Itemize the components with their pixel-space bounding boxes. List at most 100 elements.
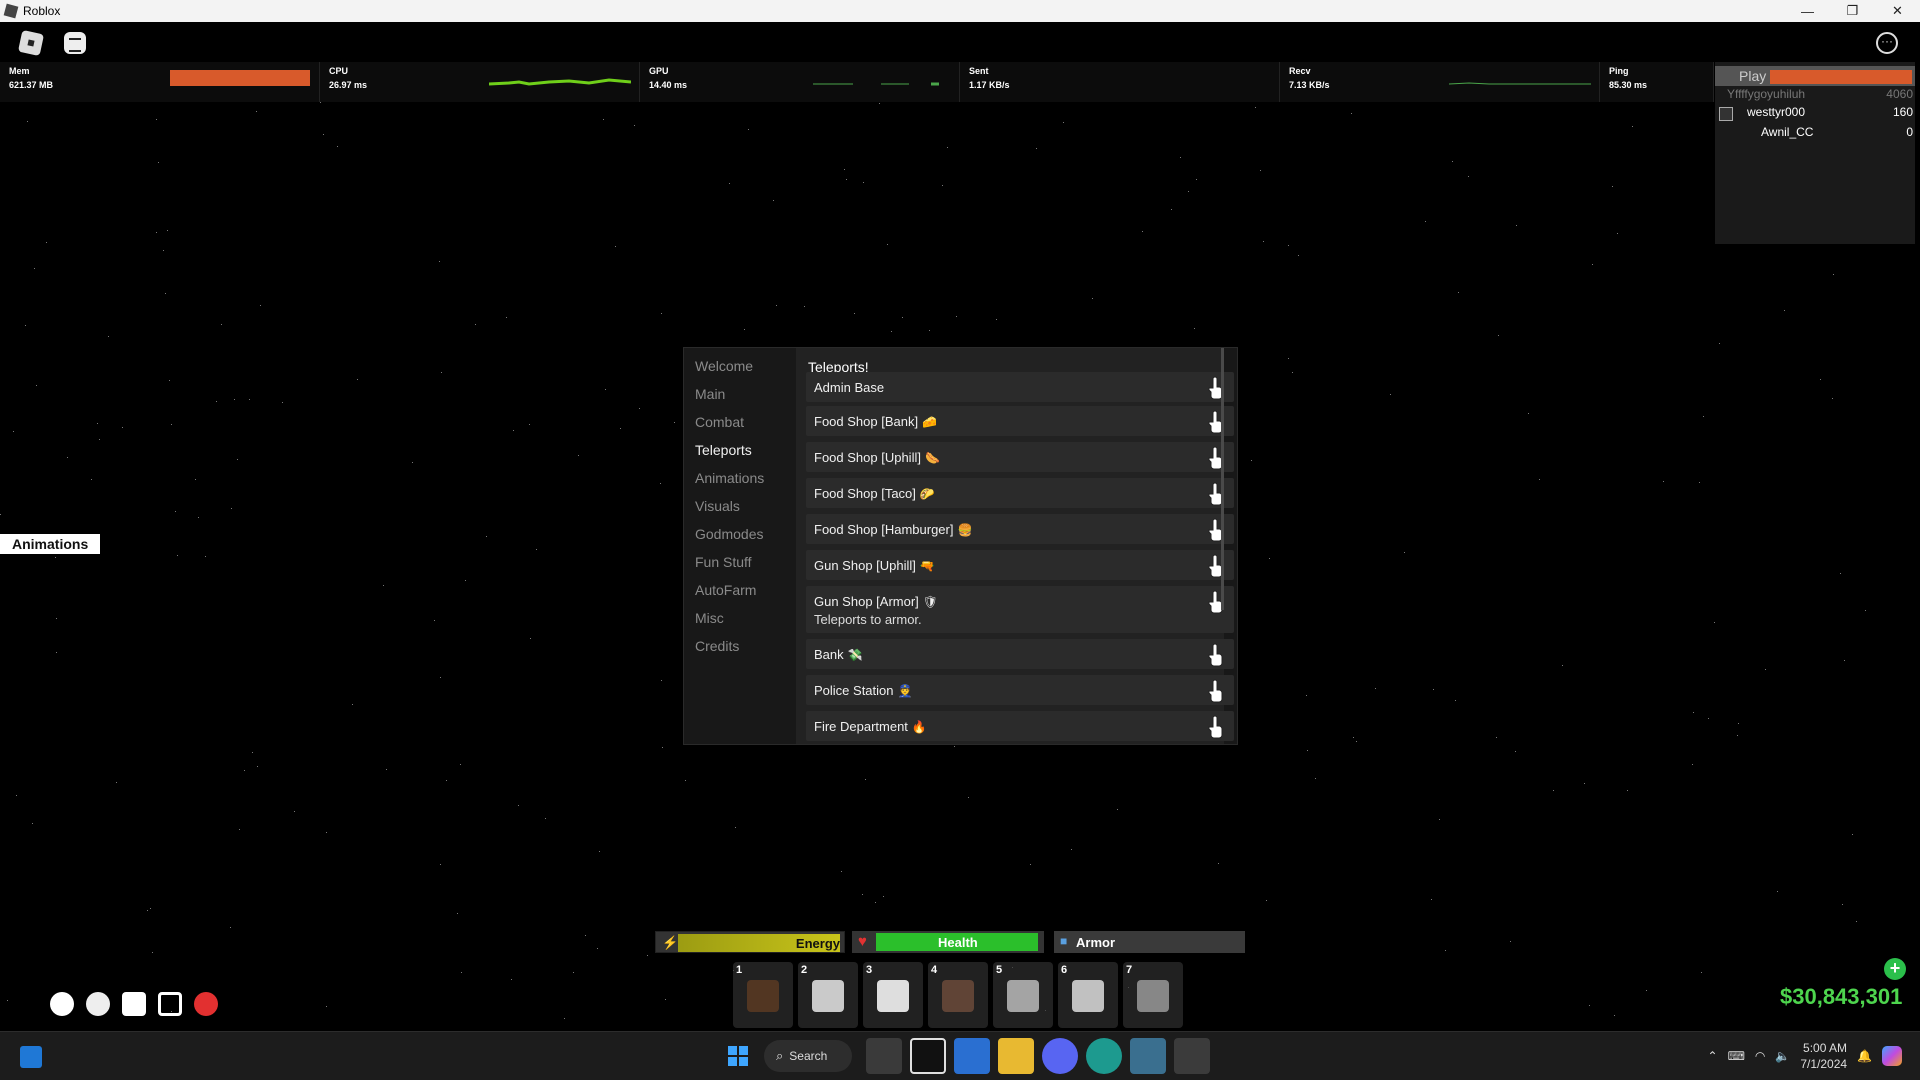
add-money-button[interactable]: + bbox=[1884, 958, 1906, 980]
nav-misc[interactable]: Misc bbox=[695, 610, 724, 626]
hotbar-slot[interactable]: 7 bbox=[1123, 962, 1183, 1028]
nav-fun-stuff[interactable]: Fun Stuff bbox=[695, 554, 752, 570]
nav-credits[interactable]: Credits bbox=[695, 638, 739, 654]
scrollbar[interactable] bbox=[1221, 348, 1224, 610]
nav-animations[interactable]: Animations bbox=[695, 470, 764, 486]
player-score: 4060 bbox=[1886, 87, 1913, 101]
file-explorer-icon[interactable] bbox=[998, 1038, 1034, 1074]
star bbox=[67, 457, 68, 458]
nav-combat[interactable]: Combat bbox=[695, 414, 744, 430]
player-row[interactable]: Awnil_CC 0 bbox=[1715, 125, 1915, 143]
player-row[interactable]: westtyr000 160 bbox=[1715, 105, 1915, 123]
teleport-row[interactable]: Bank 💸 bbox=[806, 639, 1234, 669]
app-window-icon[interactable] bbox=[1130, 1038, 1166, 1074]
tiktok-icon[interactable] bbox=[910, 1038, 946, 1074]
teleport-row[interactable]: Food Shop [Bank] 🧀 bbox=[806, 406, 1234, 436]
stat-cpu[interactable]: CPU 26.97 ms bbox=[320, 62, 640, 102]
hub-content: Teleports! Admin Base Food Shop [Bank] 🧀 Fo… bbox=[796, 348, 1234, 744]
star bbox=[1738, 723, 1739, 724]
stat-sent[interactable]: Sent 1.17 KB/s bbox=[960, 62, 1280, 102]
clock-time: 5:00 AM bbox=[1803, 1041, 1848, 1055]
widgets-icon[interactable] bbox=[20, 1046, 42, 1068]
hotbar-slot[interactable]: 2 bbox=[798, 962, 858, 1028]
star bbox=[1353, 737, 1354, 738]
player-row[interactable]: Yffffygoyuhiluh 4060 bbox=[1715, 87, 1915, 105]
star bbox=[1356, 741, 1357, 742]
teleport-row[interactable]: Police Station 👮 bbox=[806, 675, 1234, 705]
star bbox=[1617, 233, 1618, 234]
wifi-icon[interactable]: ◠ bbox=[1755, 1049, 1765, 1063]
keyboard-icon[interactable]: ⌨ bbox=[1728, 1049, 1745, 1063]
star bbox=[175, 511, 176, 512]
boombox-icon bbox=[942, 980, 974, 1012]
stat-gpu[interactable]: GPU 14.40 ms bbox=[640, 62, 960, 102]
more-options-icon[interactable]: ··· bbox=[1876, 32, 1898, 54]
checklist-icon[interactable] bbox=[158, 992, 182, 1016]
star bbox=[256, 111, 257, 112]
stat-ping[interactable]: Ping 85.30 ms bbox=[1600, 62, 1714, 102]
nav-welcome[interactable]: Welcome bbox=[695, 358, 753, 374]
stat-mem[interactable]: Mem 621.37 MB bbox=[0, 62, 320, 102]
settings-icon[interactable] bbox=[50, 992, 74, 1016]
nav-teleports[interactable]: Teleports bbox=[695, 442, 752, 458]
tap-pointer-icon[interactable] bbox=[1206, 643, 1226, 667]
teleport-label: Gun Shop [Armor] 🛡 bbox=[814, 594, 939, 609]
hotbar-slot[interactable]: 1 bbox=[733, 962, 793, 1028]
hotbar-slot[interactable]: 4 bbox=[928, 962, 988, 1028]
hotbar-slot[interactable]: 6 bbox=[1058, 962, 1118, 1028]
notification-bell-icon[interactable]: 🔔 bbox=[1857, 1049, 1872, 1063]
search-label: Search bbox=[789, 1049, 828, 1063]
hotbar-slot[interactable]: 5 bbox=[993, 962, 1053, 1028]
chevron-up-icon[interactable]: ⌃ bbox=[1708, 1049, 1718, 1063]
star bbox=[639, 408, 640, 409]
inventory-icon[interactable] bbox=[122, 992, 146, 1016]
restore-button[interactable]: ❐ bbox=[1830, 0, 1875, 22]
star bbox=[661, 680, 662, 681]
volume-icon[interactable]: 🔈 bbox=[1775, 1049, 1790, 1063]
star bbox=[605, 389, 606, 390]
chat-icon[interactable] bbox=[64, 32, 86, 54]
discord-icon[interactable] bbox=[1042, 1038, 1078, 1074]
tap-pointer-icon[interactable] bbox=[1206, 715, 1226, 739]
teleport-row[interactable]: Food Shop [Uphill] 🌭 bbox=[806, 442, 1234, 472]
taskbar-search[interactable]: ⌕ Search bbox=[764, 1040, 852, 1072]
star bbox=[383, 585, 384, 586]
nav-autofarm[interactable]: AutoFarm bbox=[695, 582, 756, 598]
nav-godmodes[interactable]: Godmodes bbox=[695, 526, 763, 542]
new-badge-icon[interactable] bbox=[194, 992, 218, 1016]
tap-pointer-icon[interactable] bbox=[1206, 679, 1226, 703]
nav-visuals[interactable]: Visuals bbox=[695, 498, 740, 514]
animations-tag[interactable]: Animations bbox=[0, 534, 100, 554]
copilot-icon[interactable] bbox=[1882, 1046, 1902, 1066]
roblox-menu-icon[interactable] bbox=[17, 29, 45, 57]
stat-recv[interactable]: Recv 7.13 KB/s bbox=[1280, 62, 1600, 102]
star bbox=[1592, 264, 1593, 265]
star bbox=[1288, 358, 1289, 359]
star bbox=[27, 121, 28, 122]
teleport-row[interactable]: Gun Shop [Uphill] 🔫 bbox=[806, 550, 1234, 580]
player-list-header[interactable]: Play bbox=[1715, 66, 1915, 86]
task-view-icon[interactable] bbox=[866, 1038, 902, 1074]
hotbar-slot[interactable]: 3 bbox=[863, 962, 923, 1028]
clock[interactable]: 5:00 AM 7/1/2024 bbox=[1800, 1040, 1847, 1072]
teleport-label: Food Shop [Bank] 🧀 bbox=[814, 414, 938, 429]
teleport-row[interactable]: Fire Department 🔥 bbox=[806, 711, 1234, 741]
bottom-left-toolbar bbox=[50, 992, 218, 1016]
minimize-button[interactable]: — bbox=[1785, 0, 1830, 22]
star bbox=[536, 549, 537, 550]
start-button[interactable] bbox=[720, 1038, 756, 1074]
roblox-taskbar-icon[interactable] bbox=[1174, 1038, 1210, 1074]
teleport-row[interactable]: Gun Shop [Armor] 🛡 Teleports to armor. bbox=[806, 586, 1234, 633]
teleport-row[interactable]: Food Shop [Hamburger] 🍔 bbox=[806, 514, 1234, 544]
friends-icon[interactable] bbox=[86, 992, 110, 1016]
store-icon[interactable] bbox=[954, 1038, 990, 1074]
edge-icon[interactable] bbox=[1086, 1038, 1122, 1074]
star bbox=[147, 910, 148, 911]
teleport-row[interactable]: Admin Base bbox=[806, 372, 1234, 402]
nav-main[interactable]: Main bbox=[695, 386, 725, 402]
teleport-row[interactable]: Food Shop [Taco] 🌮 bbox=[806, 478, 1234, 508]
star bbox=[441, 372, 442, 373]
close-button[interactable]: ✕ bbox=[1875, 0, 1920, 22]
star bbox=[1194, 328, 1195, 329]
star bbox=[1614, 1015, 1615, 1016]
